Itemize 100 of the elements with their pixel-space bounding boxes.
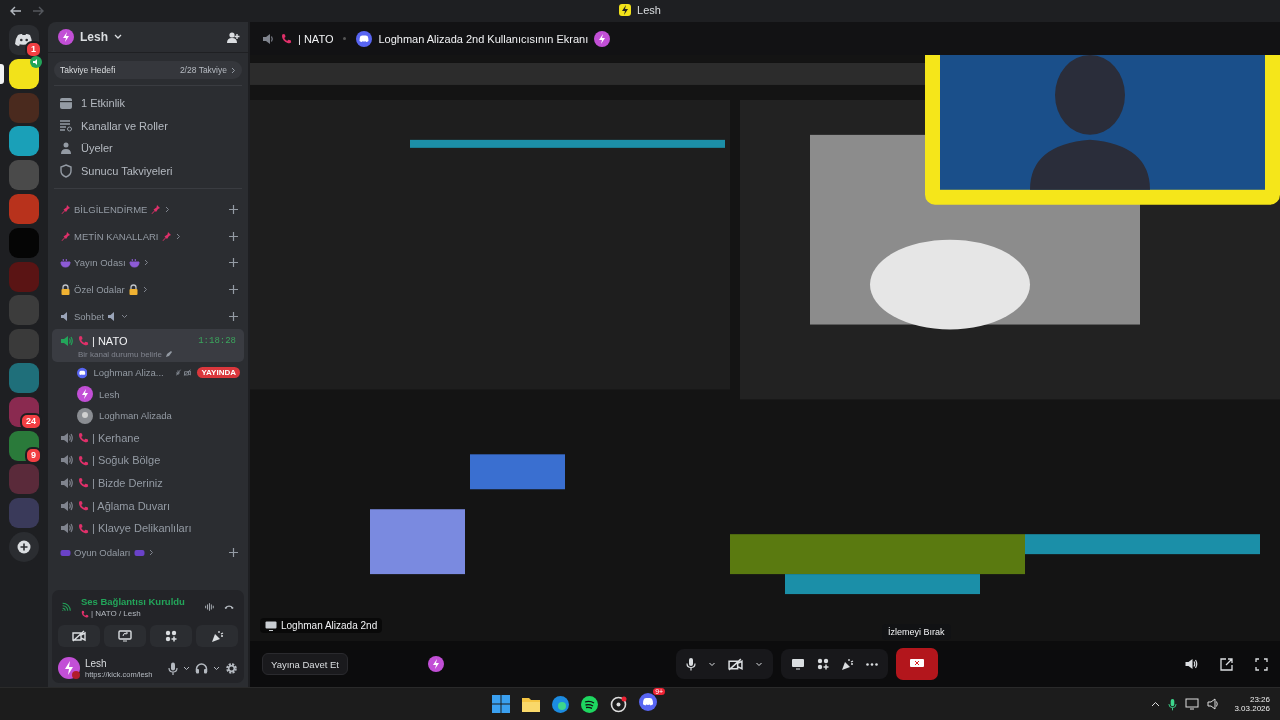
fullscreen-icon[interactable] <box>1255 657 1268 671</box>
server-icon[interactable] <box>9 126 39 157</box>
soundboard-button[interactable] <box>196 625 238 647</box>
category-label[interactable]: Sohbet <box>74 310 105 322</box>
caret-icon[interactable] <box>213 665 220 671</box>
member-name[interactable]: Loghman Aliza... <box>93 367 164 379</box>
more-icon[interactable] <box>866 662 878 666</box>
plus-icon[interactable] <box>229 284 238 294</box>
channel-name: | NATO <box>92 334 128 347</box>
plus-icon[interactable] <box>229 311 238 321</box>
clock-date[interactable]: 3.03.2026 <box>1234 704 1270 713</box>
phone-icon <box>78 454 89 466</box>
speaker-icon <box>60 334 73 347</box>
folder-icon[interactable] <box>522 696 541 712</box>
plus-icon[interactable] <box>229 231 238 241</box>
category-label[interactable]: BİLGİLENDİRME <box>74 204 148 216</box>
boost-goal-bar[interactable]: Takviye Hedefi 2/28 Takviye <box>54 61 242 79</box>
calendar-icon <box>59 96 73 111</box>
music-app-icon[interactable] <box>581 695 599 713</box>
menu-item[interactable]: 1 Etkinlik <box>81 97 126 110</box>
settings-icon[interactable] <box>225 661 238 675</box>
screen-share-button[interactable] <box>104 625 146 647</box>
stream-title: Loghman Alizada 2nd Kullanıcısının Ekranı <box>378 32 589 45</box>
channel-name: | Klavye Delikanlıları <box>92 522 192 535</box>
plus-icon <box>17 539 31 554</box>
avatar[interactable] <box>77 386 93 403</box>
browser-icon[interactable] <box>552 695 570 713</box>
invite-button[interactable]: Yayına Davet Et <box>262 653 348 675</box>
connection-channel[interactable]: | NATO / Lesh <box>90 609 141 618</box>
volume-icon[interactable] <box>1184 658 1198 670</box>
member-name[interactable]: Lesh <box>99 388 120 400</box>
voice-channel[interactable]: | Klavye Delikanlıları <box>52 516 244 540</box>
viewer-avatar <box>427 656 444 672</box>
steering-wheel-icon[interactable] <box>610 695 628 713</box>
screen-share-icon[interactable] <box>791 658 805 670</box>
channel-name: | Bizde Deriniz <box>92 476 163 489</box>
microphone-icon[interactable] <box>1168 697 1178 711</box>
speaker-icon <box>60 476 73 489</box>
server-icon[interactable] <box>9 58 39 89</box>
people-icon <box>59 141 73 156</box>
category-label[interactable]: METİN KANALLARI <box>74 230 159 242</box>
add-server-button[interactable] <box>9 531 39 562</box>
monitor-icon[interactable] <box>1185 698 1200 710</box>
start-icon[interactable] <box>492 695 511 713</box>
voice-channel[interactable]: | Kerhane <box>52 426 244 450</box>
speaker-icon <box>60 431 73 444</box>
plus-icon[interactable] <box>229 258 238 268</box>
caret-icon[interactable] <box>183 665 190 671</box>
invite-icon[interactable] <box>226 30 240 44</box>
voice-channel-selected[interactable]: | NATO 1:18:28 Bir kanal durumu belirle <box>52 329 244 362</box>
activities-icon[interactable] <box>817 658 829 670</box>
clock-time[interactable]: 23:26 <box>1249 695 1270 704</box>
plus-icon[interactable] <box>229 205 238 215</box>
channel-name: | NATO <box>298 32 334 45</box>
volume-icon[interactable] <box>1207 698 1221 710</box>
menu-item[interactable]: Kanallar ve Roller <box>81 119 168 132</box>
voice-channel[interactable]: | Soğuk Bölge <box>52 449 244 472</box>
soundwave-icon[interactable] <box>204 601 214 613</box>
back-icon[interactable] <box>10 6 22 16</box>
caret-icon[interactable] <box>755 661 763 667</box>
discord-icon[interactable] <box>639 693 658 711</box>
server-name[interactable]: Lesh <box>80 30 108 44</box>
voice-channel[interactable]: | Ağlama Duvarı <box>52 494 244 517</box>
camera-off-icon[interactable] <box>728 657 743 671</box>
member-name[interactable]: Loghman Alizada <box>99 410 172 422</box>
channel-name: | Ağlama Duvarı <box>92 499 171 512</box>
pencil-icon <box>165 350 174 359</box>
boost-count: 2/28 Takviye <box>179 65 227 75</box>
channel-status: Bir kanal durumu belirle <box>78 349 163 359</box>
plus-icon[interactable] <box>229 548 238 558</box>
category-label[interactable]: Özel Odalar <box>74 283 125 295</box>
voice-channel[interactable]: | Bizde Deriniz <box>52 471 244 495</box>
microphone-icon[interactable] <box>168 661 178 675</box>
category-label[interactable]: Yayın Odası <box>74 257 126 269</box>
menu-item[interactable]: Üyeler <box>81 142 113 155</box>
lock-icon <box>127 283 139 295</box>
chevron-up-icon[interactable] <box>1151 701 1161 707</box>
chevron-down-icon[interactable] <box>114 34 122 40</box>
pin-icon <box>60 204 71 216</box>
connection-status: Ses Bağlantısı Kuruldu <box>80 596 185 607</box>
speaker-icon <box>262 32 275 45</box>
avatar[interactable] <box>77 407 93 424</box>
camera-off-icon <box>72 630 86 642</box>
camera-off-button[interactable] <box>58 625 100 647</box>
list-search-icon <box>59 118 73 133</box>
speaker-icon <box>60 522 73 535</box>
user-avatar[interactable] <box>58 657 80 679</box>
channel-name: | Soğuk Bölge <box>92 454 161 467</box>
monitor-icon <box>265 620 277 631</box>
headphones-icon[interactable] <box>195 662 208 674</box>
menu-item[interactable]: Sunucu Takviyeleri <box>81 165 173 178</box>
user-name: Lesh <box>85 657 108 669</box>
soundboard-icon[interactable] <box>841 657 854 671</box>
popout-icon[interactable] <box>1220 657 1233 671</box>
activities-button[interactable] <box>150 625 192 647</box>
elapsed-time: 1:18:28 <box>198 335 236 346</box>
category-label[interactable]: Oyun Odaları <box>74 547 131 559</box>
microphone-icon[interactable] <box>686 657 696 671</box>
stop-watching-button[interactable] <box>896 648 938 680</box>
caret-icon[interactable] <box>708 661 716 667</box>
